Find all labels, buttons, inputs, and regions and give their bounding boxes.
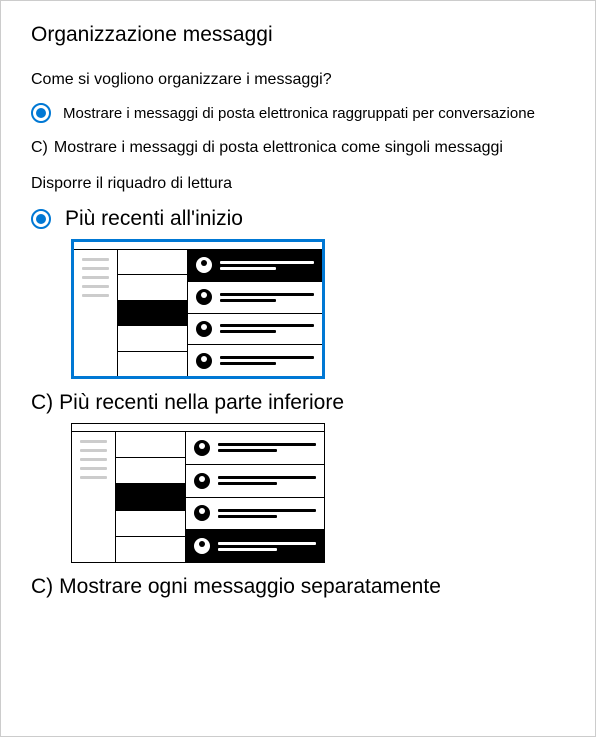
organize-option-grouped[interactable]: Mostrare i messaggi di posta elettronica… (31, 103, 565, 123)
radio-icon (31, 209, 51, 229)
page-title: Organizzazione messaggi (31, 23, 565, 47)
preview-list (118, 250, 188, 376)
readingpane-option-newest-bottom[interactable]: C) Più recenti nella parte inferiore (31, 391, 565, 415)
preview-reading (188, 250, 322, 376)
preview-sidebar (72, 432, 116, 562)
preview-newest-top[interactable] (71, 239, 325, 379)
organize-option-grouped-label: Mostrare i messaggi di posta elettronica… (63, 105, 535, 122)
preview-header (72, 424, 324, 432)
preview-header (74, 242, 322, 250)
preview-reading (186, 432, 324, 562)
organize-option-single[interactable]: C) Mostrare i messaggi di posta elettron… (31, 139, 565, 157)
reading-pane-heading: Disporre il riquadro di lettura (31, 175, 565, 193)
radio-icon (31, 103, 51, 123)
preview-sidebar (74, 250, 118, 376)
preview-list (116, 432, 186, 562)
option-prefix: C) (31, 575, 53, 599)
organize-option-single-label: Mostrare i messaggi di posta elettronica… (54, 139, 503, 157)
readingpane-option-newest-bottom-label: Più recenti nella parte inferiore (59, 391, 344, 415)
readingpane-option-newest-top[interactable]: Più recenti all'inizio (31, 207, 565, 231)
organize-question: Come si vogliono organizzare i messaggi? (31, 71, 565, 89)
option-prefix: C) (31, 391, 53, 415)
readingpane-option-separate[interactable]: C) Mostrare ogni messaggio separatamente (31, 575, 565, 599)
preview-newest-bottom[interactable] (71, 423, 325, 563)
readingpane-option-newest-top-label: Più recenti all'inizio (65, 207, 243, 231)
readingpane-option-separate-label: Mostrare ogni messaggio separatamente (59, 575, 441, 599)
option-prefix: C) (31, 139, 48, 157)
